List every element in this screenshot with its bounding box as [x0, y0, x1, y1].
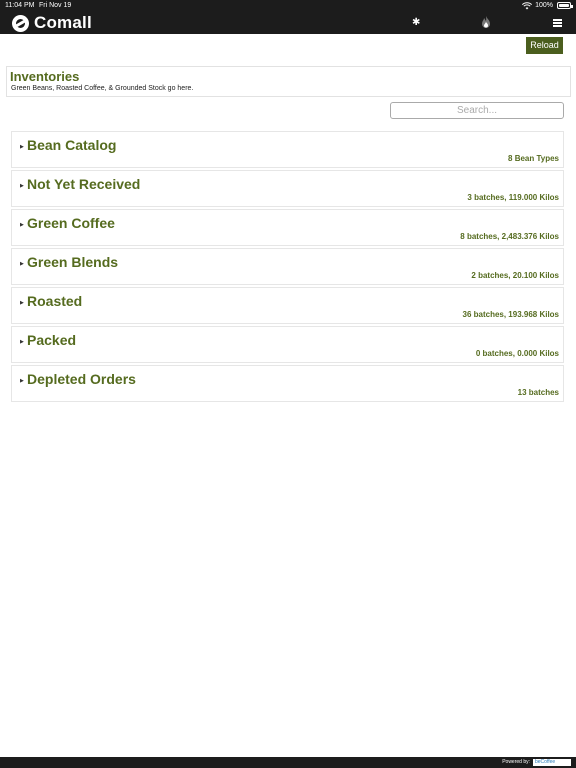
- section-title: Green Blends: [27, 254, 119, 270]
- footer-bar: Powered by: beCoffee: [0, 757, 576, 768]
- section-title: Roasted: [27, 293, 83, 309]
- logo-icon: [12, 14, 29, 32]
- section-summary: 2 batches, 20.100 Kilos: [471, 271, 559, 280]
- section-summary: 13 batches: [517, 388, 559, 397]
- section-title: Packed: [27, 332, 77, 348]
- search-input[interactable]: [390, 102, 564, 119]
- status-date: Fri Nov 19: [39, 2, 72, 9]
- caret-right-icon: ▶: [20, 222, 24, 228]
- page-subtitle: Green Beans, Roasted Coffee, & Grounded …: [11, 85, 194, 92]
- caret-right-icon: ▶: [20, 261, 24, 267]
- section-summary: 8 Bean Types: [508, 154, 559, 163]
- page-title: Inventories: [10, 69, 80, 84]
- section-summary: 3 batches, 119.000 Kilos: [467, 193, 559, 202]
- section-summary: 0 batches, 0.000 Kilos: [475, 349, 559, 358]
- inventory-sections: ▶ Bean Catalog 8 Bean Types ▶ Not Yet Re…: [11, 131, 564, 404]
- caret-right-icon: ▶: [20, 339, 24, 345]
- section-green-blends[interactable]: ▶ Green Blends 2 batches, 20.100 Kilos: [11, 248, 564, 285]
- section-roasted[interactable]: ▶ Roasted 36 batches, 193.968 Kilos: [11, 287, 564, 324]
- section-summary: 36 batches, 193.968 Kilos: [462, 310, 560, 319]
- section-depleted-orders[interactable]: ▶ Depleted Orders 13 batches: [11, 365, 564, 402]
- battery-icon: [557, 2, 573, 9]
- flame-icon[interactable]: [480, 15, 492, 29]
- app-name: Comall: [34, 13, 92, 32]
- section-bean-catalog[interactable]: ▶ Bean Catalog 8 Bean Types: [11, 131, 564, 168]
- inventories-header: Inventories Green Beans, Roasted Coffee,…: [6, 66, 571, 97]
- status-time: 11:04 PM: [5, 2, 35, 9]
- section-not-yet-received[interactable]: ▶ Not Yet Received 3 batches, 119.000 Ki…: [11, 170, 564, 207]
- section-title: Green Coffee: [27, 215, 115, 231]
- gear-icon[interactable]: ✱: [412, 16, 420, 30]
- section-summary: 8 batches, 2,483.376 Kilos: [460, 232, 559, 241]
- status-bar: 11:04 PM Fri Nov 19 100%: [0, 0, 576, 11]
- section-green-coffee[interactable]: ▶ Green Coffee 8 batches, 2,483.376 Kilo…: [11, 209, 564, 246]
- caret-right-icon: ▶: [20, 300, 24, 306]
- wifi-icon: [522, 1, 533, 9]
- battery-percent: 100%: [535, 2, 553, 9]
- app-logo[interactable]: Comall: [12, 13, 92, 33]
- app-navbar: Comall ✱: [0, 11, 576, 34]
- caret-right-icon: ▶: [20, 144, 24, 150]
- status-right: 100%: [522, 0, 573, 11]
- menu-icon[interactable]: [553, 15, 563, 29]
- section-packed[interactable]: ▶ Packed 0 batches, 0.000 Kilos: [11, 326, 564, 363]
- caret-right-icon: ▶: [20, 183, 24, 189]
- section-title: Not Yet Received: [27, 176, 141, 192]
- brand-logo[interactable]: beCoffee: [533, 759, 571, 766]
- section-title: Depleted Orders: [27, 371, 136, 387]
- reload-button[interactable]: Reload: [526, 37, 563, 54]
- powered-by-label: Powered by:: [502, 759, 530, 765]
- caret-right-icon: ▶: [20, 378, 24, 384]
- section-title: Bean Catalog: [27, 137, 117, 153]
